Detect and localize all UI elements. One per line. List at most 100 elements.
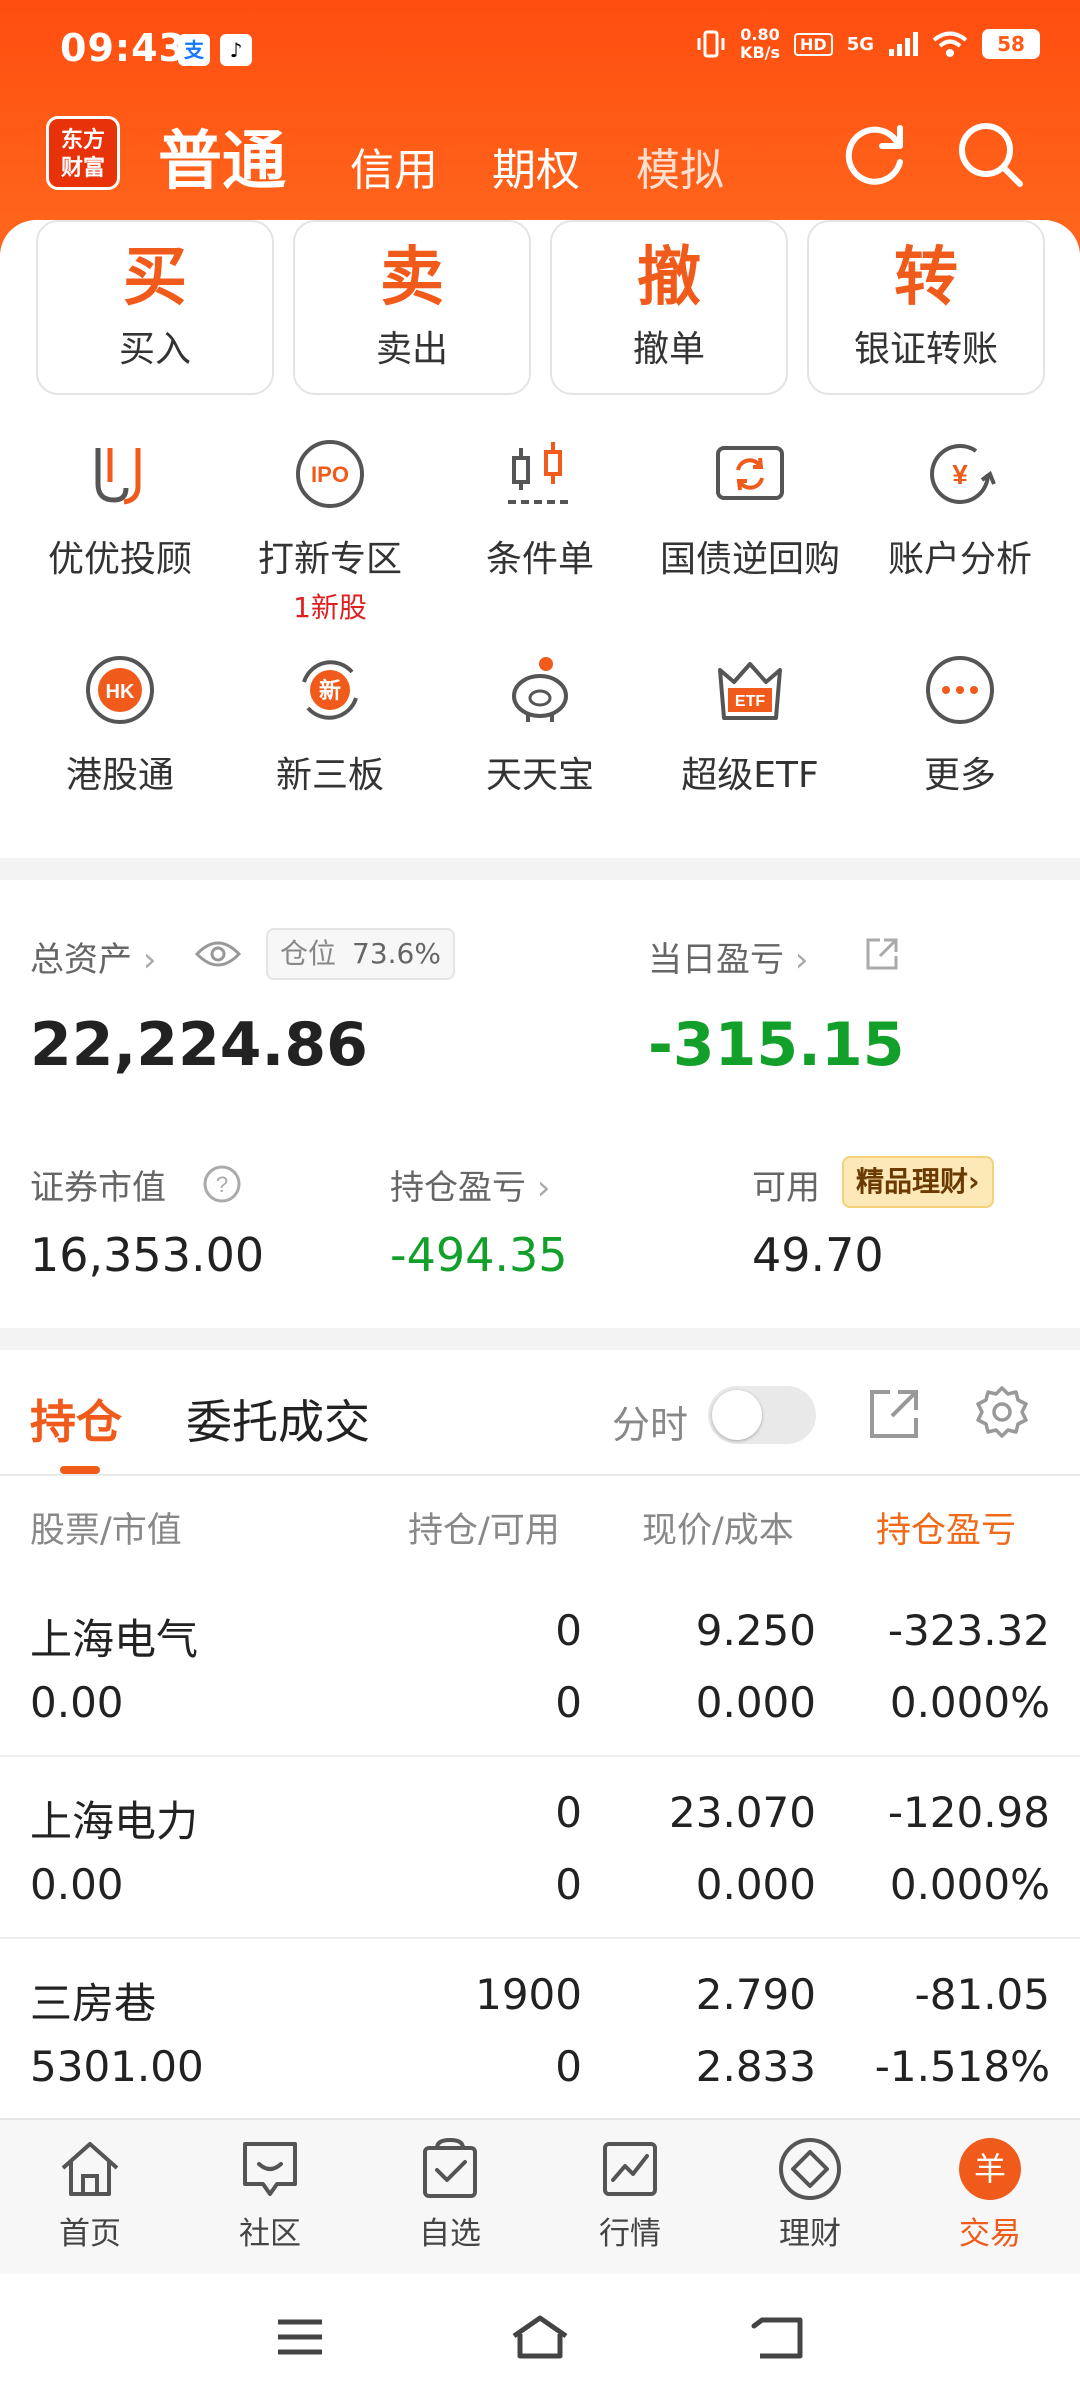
header-price: 现价/成本 (642, 1511, 794, 1551)
header-qty: 持仓/可用 (408, 1511, 560, 1551)
battery-indicator: 58 (982, 29, 1040, 59)
nav-home[interactable]: 首页 (0, 2134, 180, 2253)
feature-youyou-advisor[interactable]: 优优投顾 (12, 434, 228, 582)
market-value: 16,353.00 (30, 1228, 265, 1282)
holding-pnl-value: -494.35 (390, 1228, 568, 1282)
feature-account-analysis[interactable]: ¥ 账户分析 (852, 434, 1068, 582)
tab-credit[interactable]: 信用 (350, 134, 438, 198)
nav-trade[interactable]: 羊 交易 (900, 2134, 1080, 2253)
trade-icon: 羊 (959, 2138, 1021, 2200)
tab-simulation[interactable]: 模拟 (636, 134, 724, 198)
svg-text:HK: HK (106, 681, 135, 703)
tab-options[interactable]: 期权 (492, 134, 580, 198)
nav-market[interactable]: 行情 (540, 2134, 720, 2253)
tab-normal[interactable]: 普通 (158, 110, 286, 202)
etf-icon: ETF (718, 662, 782, 720)
youyou-icon (95, 448, 141, 505)
vibrate-icon (697, 30, 725, 58)
app-logo[interactable]: 东方 财富 (46, 116, 120, 190)
buy-button[interactable]: 买 买入 (36, 220, 274, 395)
nav-watchlist[interactable]: 自选 (360, 2134, 540, 2253)
new-ipo-count: 1新股 (293, 591, 367, 624)
net-speed: 0.80 KB/s (740, 25, 781, 62)
wealth-icon (779, 2138, 841, 2200)
status-time: 09:43 (60, 26, 186, 70)
table-row[interactable]: 上海电气 0.00 0 0 9.250 0.000 -323.32 0.000% (0, 1576, 1080, 1757)
feature-tiantianbao[interactable]: 天天宝 (432, 650, 648, 798)
total-assets-link[interactable]: 总资产 › (30, 932, 156, 981)
bottom-nav: 首页 社区 自选 行情 理财 羊 交易 (0, 2118, 1080, 2274)
intraday-label: 分时 (612, 1403, 689, 1447)
svg-text:¥: ¥ (952, 459, 968, 490)
hk-icon: HK (86, 656, 154, 724)
holding-pnl-link[interactable]: 持仓盈亏 › (390, 1160, 550, 1209)
home-icon (61, 2142, 119, 2196)
feature-more[interactable]: 更多 (852, 650, 1068, 798)
status-indicators: 0.80 KB/s HD 5G 58 (696, 26, 1040, 62)
svg-text:新: 新 (319, 678, 341, 704)
search-icon[interactable] (950, 114, 1030, 194)
available-value: 49.70 (752, 1228, 884, 1282)
sell-button[interactable]: 卖 卖出 (293, 220, 531, 395)
share-external-icon[interactable] (862, 934, 902, 974)
account-analysis-icon: ¥ (930, 443, 996, 504)
chevron-right-icon: › (968, 1165, 980, 1198)
daily-pnl-link[interactable]: 当日盈亏 › (648, 932, 808, 981)
wealth-promo-badge[interactable]: 精品理财› (842, 1156, 994, 1208)
svg-text:羊: 羊 (974, 2150, 1006, 2188)
feature-super-etf[interactable]: ETF 超级ETF (642, 650, 858, 798)
feature-new-third-board[interactable]: 新 新三板 (222, 650, 438, 798)
help-icon[interactable]: ? (202, 1164, 242, 1204)
total-assets-value: 22,224.86 (30, 1010, 368, 1080)
feature-condition-order[interactable]: 条件单 (432, 434, 648, 582)
asset-summary: 总资产 › 仓位 73.6% 22,224.86 当日盈亏 › -315.15 证… (0, 880, 1080, 1328)
system-nav-bar (0, 2274, 1080, 2400)
status-bar: 09:43 支 ♪ 0.80 KB/s HD 5G 58 (0, 0, 1080, 100)
eye-icon[interactable] (194, 936, 242, 972)
cancel-order-button[interactable]: 撤 撤单 (550, 220, 788, 395)
account-type-nav: 东方 财富 普通 信用 期权 模拟 (0, 110, 1080, 220)
wifi-icon (932, 31, 968, 57)
intraday-toggle[interactable] (708, 1386, 816, 1444)
table-row[interactable]: 上海电力 0.00 0 0 23.070 0.000 -120.98 0.000… (0, 1758, 1080, 1939)
signal-bars-icon (889, 32, 918, 56)
table-row[interactable]: 三房巷 5301.00 1900 0 2.790 2.833 -81.05 -1… (0, 1940, 1080, 2121)
signal-type: 5G (846, 33, 874, 55)
menu-icon[interactable] (270, 2312, 330, 2362)
chevron-right-icon: › (794, 940, 809, 980)
refresh-icon[interactable] (836, 114, 916, 194)
market-value-label: 证券市值 (30, 1168, 166, 1208)
settings-gear-icon[interactable] (972, 1384, 1032, 1444)
chevron-right-icon: › (142, 940, 157, 980)
feature-hk-connect[interactable]: HK 港股通 (12, 650, 228, 798)
function-panel: 买 买入 卖 卖出 撤 撤单 转 银证转账 优优投顾 IPO 打新专区 1新股 … (0, 220, 1080, 858)
export-icon[interactable] (864, 1384, 924, 1444)
tiktok-notification-icon: ♪ (220, 34, 252, 66)
svg-text:IPO: IPO (311, 462, 349, 487)
feature-ipo-zone[interactable]: IPO 打新专区 1新股 (222, 434, 438, 626)
repo-icon (716, 446, 784, 500)
tab-holdings[interactable]: 持仓 (30, 1386, 122, 1452)
header-pnl-sortable[interactable]: 持仓盈亏 (876, 1502, 1052, 1553)
community-icon (243, 2142, 297, 2196)
feature-bond-repo[interactable]: 国债逆回购 (642, 434, 858, 582)
svg-text:ETF: ETF (735, 693, 765, 710)
bank-transfer-button[interactable]: 转 银证转账 (807, 220, 1045, 395)
header-stock: 股票/市值 (30, 1511, 182, 1551)
position-ratio-chip: 仓位 73.6% (266, 928, 455, 980)
piggy-bank-icon (512, 657, 568, 722)
back-icon[interactable] (750, 2312, 810, 2362)
chevron-right-icon: › (536, 1168, 551, 1208)
alipay-notification-icon: 支 (178, 34, 210, 66)
home-button-icon[interactable] (510, 2312, 570, 2362)
ipo-icon: IPO (296, 440, 364, 508)
tab-orders-trades[interactable]: 委托成交 (186, 1386, 370, 1452)
trading-screen: 09:43 支 ♪ 0.80 KB/s HD 5G 58 东方 财富 普通 信用… (0, 0, 1080, 2400)
nav-wealth[interactable]: 理财 (720, 2134, 900, 2253)
divider (0, 1474, 1080, 1476)
condition-order-icon (508, 442, 572, 504)
nav-community[interactable]: 社区 (180, 2134, 360, 2253)
market-icon (603, 2142, 657, 2196)
more-icon (926, 656, 994, 724)
active-tab-indicator (60, 1466, 100, 1474)
